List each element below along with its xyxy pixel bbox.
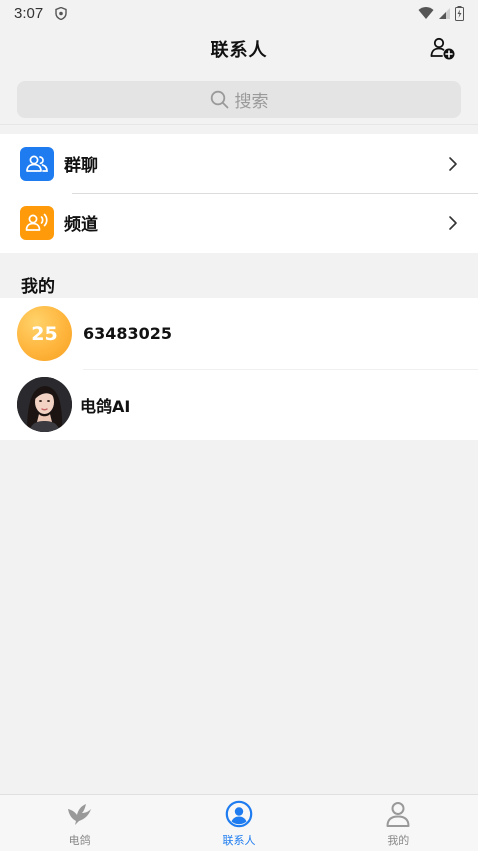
bottom-nav: 电鸽 联系人 我的 bbox=[0, 794, 478, 851]
portrait-avatar bbox=[17, 377, 72, 432]
menu-item-label: 群聊 bbox=[64, 156, 98, 176]
shield-icon bbox=[55, 6, 67, 20]
contact-list: 25 63483025 电鸽AI bbox=[0, 298, 478, 440]
signal-icon bbox=[439, 7, 450, 19]
chevron-right-icon bbox=[449, 215, 457, 230]
chevron-right-icon bbox=[449, 156, 457, 171]
page-title: 联系人 bbox=[210, 40, 268, 61]
nav-label: 电鸽 bbox=[68, 834, 91, 847]
nav-item-home[interactable]: 电鸽 bbox=[0, 795, 159, 851]
search-bar[interactable]: 搜索 bbox=[17, 81, 461, 118]
group-chat-icon bbox=[20, 146, 54, 181]
contact-name: 电鸽AI bbox=[80, 396, 131, 416]
profile-icon bbox=[386, 802, 410, 827]
menu-list: 群聊 频道 bbox=[0, 134, 478, 253]
status-bar: 3:07 bbox=[0, 0, 478, 26]
divider bbox=[0, 124, 478, 125]
nav-label: 我的 bbox=[387, 834, 410, 847]
search-placeholder: 搜索 bbox=[234, 92, 269, 112]
contact-item[interactable]: 电鸽AI bbox=[0, 369, 478, 440]
battery-icon bbox=[455, 5, 464, 21]
nav-item-contacts[interactable]: 联系人 bbox=[159, 795, 318, 851]
avatar: 25 bbox=[17, 306, 72, 361]
contact-name: 63483025 bbox=[83, 324, 173, 343]
add-contact-icon[interactable] bbox=[430, 36, 456, 62]
menu-item-label: 频道 bbox=[64, 215, 98, 235]
nav-label: 联系人 bbox=[222, 834, 256, 847]
status-time: 3:07 bbox=[14, 4, 44, 22]
wifi-icon bbox=[418, 7, 434, 19]
section-title: 我的 bbox=[21, 277, 55, 297]
contacts-icon bbox=[225, 800, 253, 828]
nav-item-profile[interactable]: 我的 bbox=[319, 795, 478, 851]
menu-item-channel[interactable]: 频道 bbox=[0, 193, 478, 252]
avatar-text: 25 bbox=[31, 322, 58, 345]
header: 联系人 bbox=[0, 26, 478, 72]
menu-item-group-chat[interactable]: 群聊 bbox=[0, 134, 478, 194]
channel-icon bbox=[20, 205, 54, 240]
contact-item[interactable]: 25 63483025 bbox=[0, 298, 478, 370]
search-icon bbox=[210, 90, 228, 109]
dove-icon bbox=[67, 804, 91, 825]
